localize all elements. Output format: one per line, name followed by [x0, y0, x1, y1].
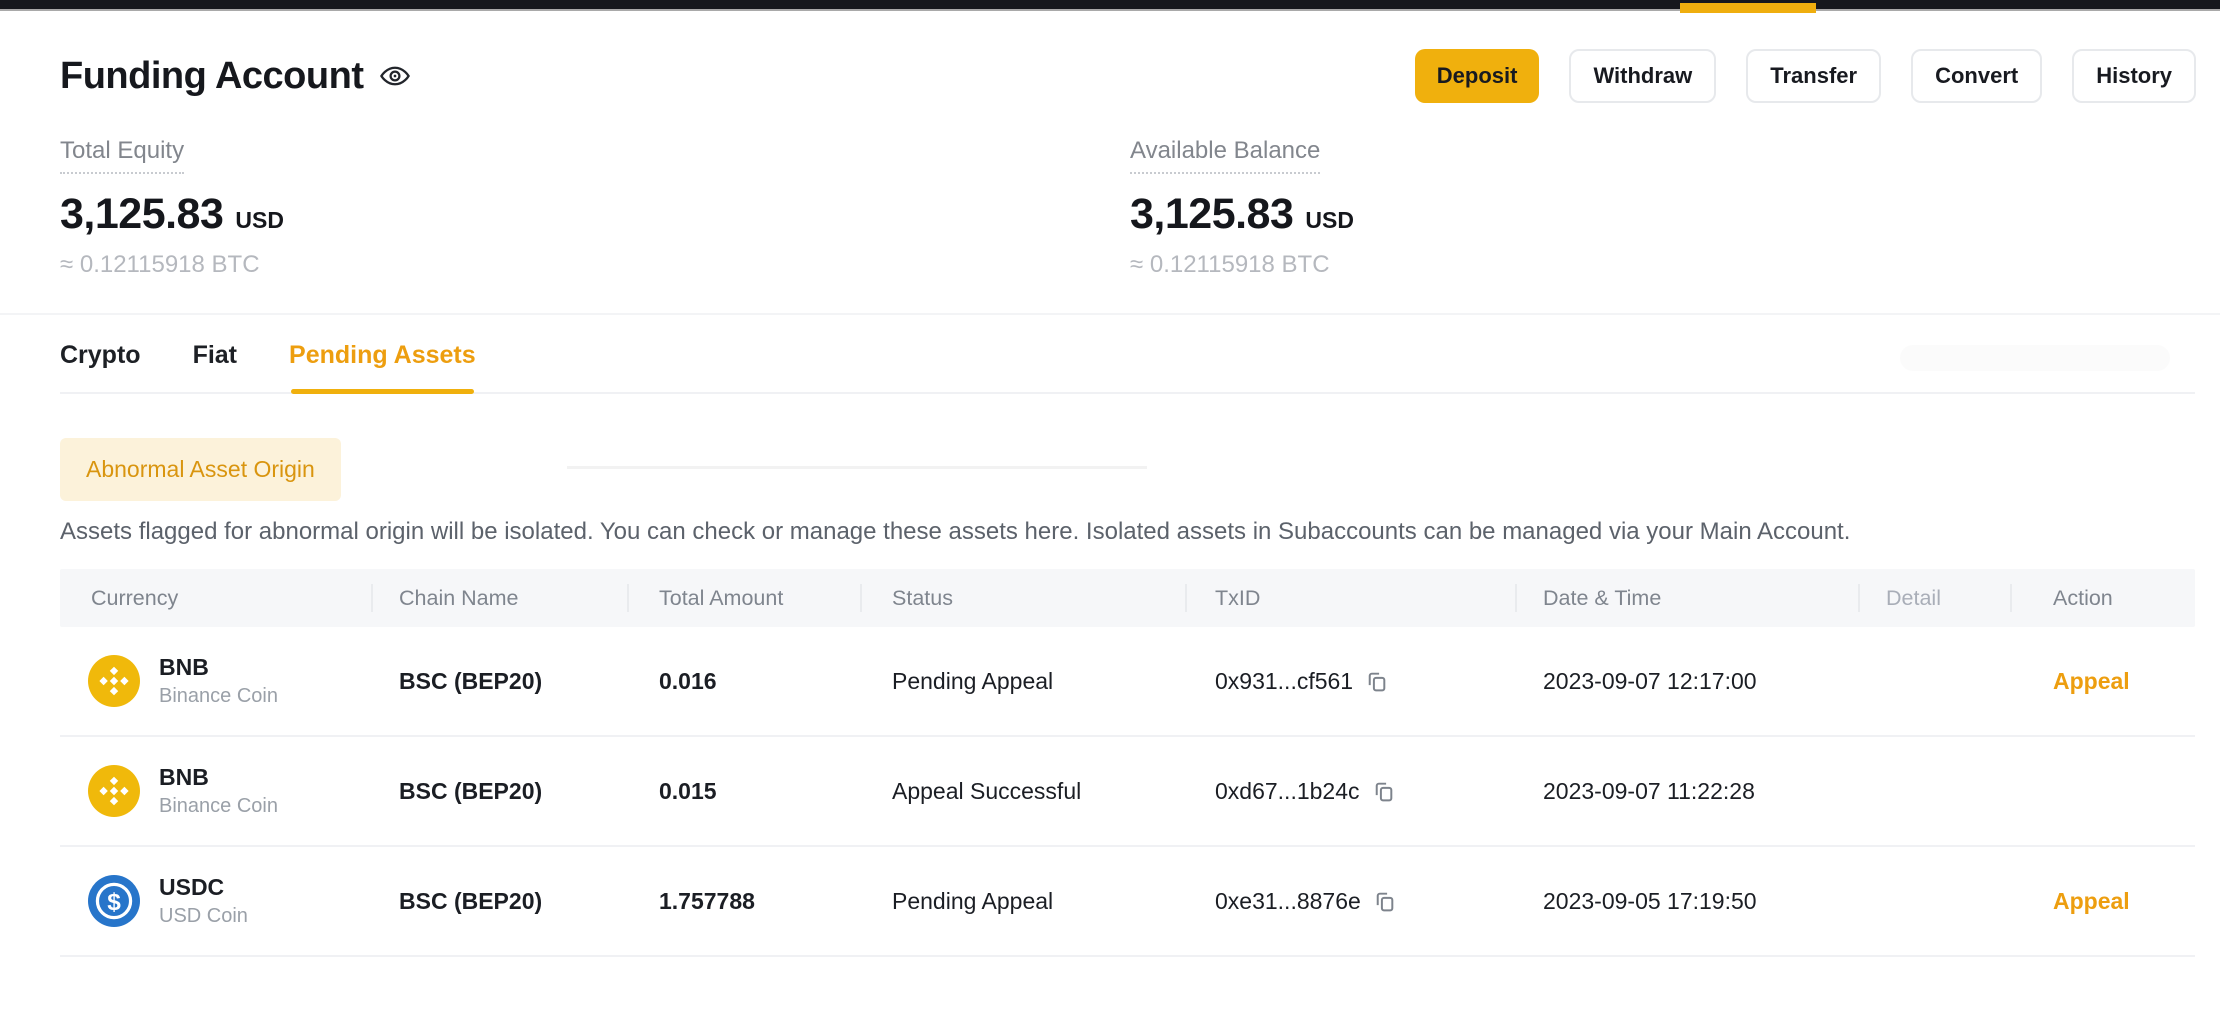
copy-icon[interactable]	[1371, 779, 1396, 804]
column-header-detail: Detail	[1886, 586, 2053, 611]
appeal-link[interactable]: Appeal	[2053, 888, 2130, 914]
column-header-chain-name: Chain Name	[399, 586, 659, 611]
tab-pending-assets[interactable]: Pending Assets	[289, 341, 476, 392]
column-separator	[1858, 584, 1860, 612]
page-title: Funding Account	[60, 55, 363, 98]
table-row: $ USDC USD Coin BSC (BEP20) 1.757788 Pen…	[60, 847, 2195, 957]
page-header: Funding Account Deposit Withdraw Transfe…	[60, 49, 2196, 103]
total-amount-cell: 0.015	[659, 778, 892, 805]
total-equity-block: Total Equity 3,125.83 USD ≈ 0.12115918 B…	[60, 137, 284, 279]
table-row: BNB Binance Coin BSC (BEP20) 0.015 Appea…	[60, 737, 2195, 847]
chain-name-cell: BSC (BEP20)	[399, 778, 659, 805]
available-balance-value: 3,125.83	[1130, 190, 1293, 239]
total-amount-cell: 0.016	[659, 668, 892, 695]
column-separator	[1515, 584, 1517, 612]
txid-value: 0xe31...8876e	[1215, 888, 1361, 915]
usdc-coin-icon: $	[88, 875, 140, 927]
column-separator	[371, 584, 373, 612]
datetime-cell: 2023-09-07 12:17:00	[1543, 668, 1886, 695]
table-header-row: Currency Chain Name Total Amount Status …	[60, 569, 2195, 627]
chain-name-cell: BSC (BEP20)	[399, 888, 659, 915]
available-balance-currency: USD	[1305, 207, 1354, 234]
account-actions: Deposit Withdraw Transfer Convert Histor…	[1415, 49, 2196, 103]
abnormal-asset-description: Assets flagged for abnormal origin will …	[60, 517, 2160, 547]
status-cell: Appeal Successful	[892, 778, 1215, 805]
coin-full-name: USD Coin	[159, 903, 248, 929]
active-tab-accent-bar	[1680, 3, 1816, 13]
datetime-cell: 2023-09-05 17:19:50	[1543, 888, 1886, 915]
withdraw-button[interactable]: Withdraw	[1569, 49, 1716, 103]
deposit-button[interactable]: Deposit	[1415, 49, 1540, 103]
status-cell: Pending Appeal	[892, 888, 1215, 915]
transfer-button[interactable]: Transfer	[1746, 49, 1881, 103]
column-header-datetime: Date & Time	[1543, 586, 1886, 611]
bnb-coin-icon	[88, 655, 140, 707]
column-separator	[627, 584, 629, 612]
txid-value: 0xd67...1b24c	[1215, 778, 1360, 805]
coin-full-name: Binance Coin	[159, 683, 278, 709]
balance-summary: Total Equity 3,125.83 USD ≈ 0.12115918 B…	[60, 137, 2160, 289]
abnormal-asset-origin-badge: Abnormal Asset Origin	[60, 438, 341, 501]
column-header-txid: TxID	[1215, 586, 1543, 611]
browser-top-bar	[0, 0, 2220, 11]
status-cell: Pending Appeal	[892, 668, 1215, 695]
coin-symbol: USDC	[159, 874, 248, 901]
loading-skeleton	[1900, 345, 2170, 371]
column-separator	[2010, 584, 2012, 612]
copy-icon[interactable]	[1372, 889, 1397, 914]
column-header-total-amount: Total Amount	[659, 586, 892, 611]
available-balance-label: Available Balance	[1130, 137, 1320, 174]
column-header-action: Action	[2053, 586, 2195, 611]
column-header-currency: Currency	[60, 586, 399, 611]
funding-account-page: Funding Account Deposit Withdraw Transfe…	[0, 0, 2220, 1020]
copy-icon[interactable]	[1364, 669, 1389, 694]
appeal-link[interactable]: Appeal	[2053, 668, 2130, 694]
column-header-status: Status	[892, 586, 1215, 611]
coin-symbol: BNB	[159, 654, 278, 681]
tab-fiat[interactable]: Fiat	[193, 341, 237, 392]
history-button[interactable]: History	[2072, 49, 2196, 103]
coin-symbol: BNB	[159, 764, 278, 791]
txid-value: 0x931...cf561	[1215, 668, 1353, 695]
total-equity-value: 3,125.83	[60, 190, 223, 239]
column-separator	[860, 584, 862, 612]
convert-button[interactable]: Convert	[1911, 49, 2042, 103]
table-row: BNB Binance Coin BSC (BEP20) 0.016 Pendi…	[60, 627, 2195, 737]
loading-skeleton-line	[567, 466, 1147, 469]
tab-crypto[interactable]: Crypto	[60, 341, 141, 392]
svg-text:$: $	[107, 889, 121, 916]
datetime-cell: 2023-09-07 11:22:28	[1543, 778, 1886, 805]
total-equity-btc-approx: ≈ 0.12115918 BTC	[60, 251, 284, 279]
column-separator	[1185, 584, 1187, 612]
chain-name-cell: BSC (BEP20)	[399, 668, 659, 695]
pending-assets-table: Currency Chain Name Total Amount Status …	[60, 569, 2195, 957]
asset-tabs: Crypto Fiat Pending Assets	[60, 315, 2195, 394]
available-balance-btc-approx: ≈ 0.12115918 BTC	[1130, 251, 1354, 279]
total-equity-currency: USD	[235, 207, 284, 234]
coin-full-name: Binance Coin	[159, 793, 278, 819]
bnb-coin-icon	[88, 765, 140, 817]
total-amount-cell: 1.757788	[659, 888, 892, 915]
total-equity-label: Total Equity	[60, 137, 184, 174]
toggle-balance-visibility-eye-icon[interactable]	[379, 60, 411, 92]
available-balance-block: Available Balance 3,125.83 USD ≈ 0.12115…	[1130, 137, 1354, 279]
